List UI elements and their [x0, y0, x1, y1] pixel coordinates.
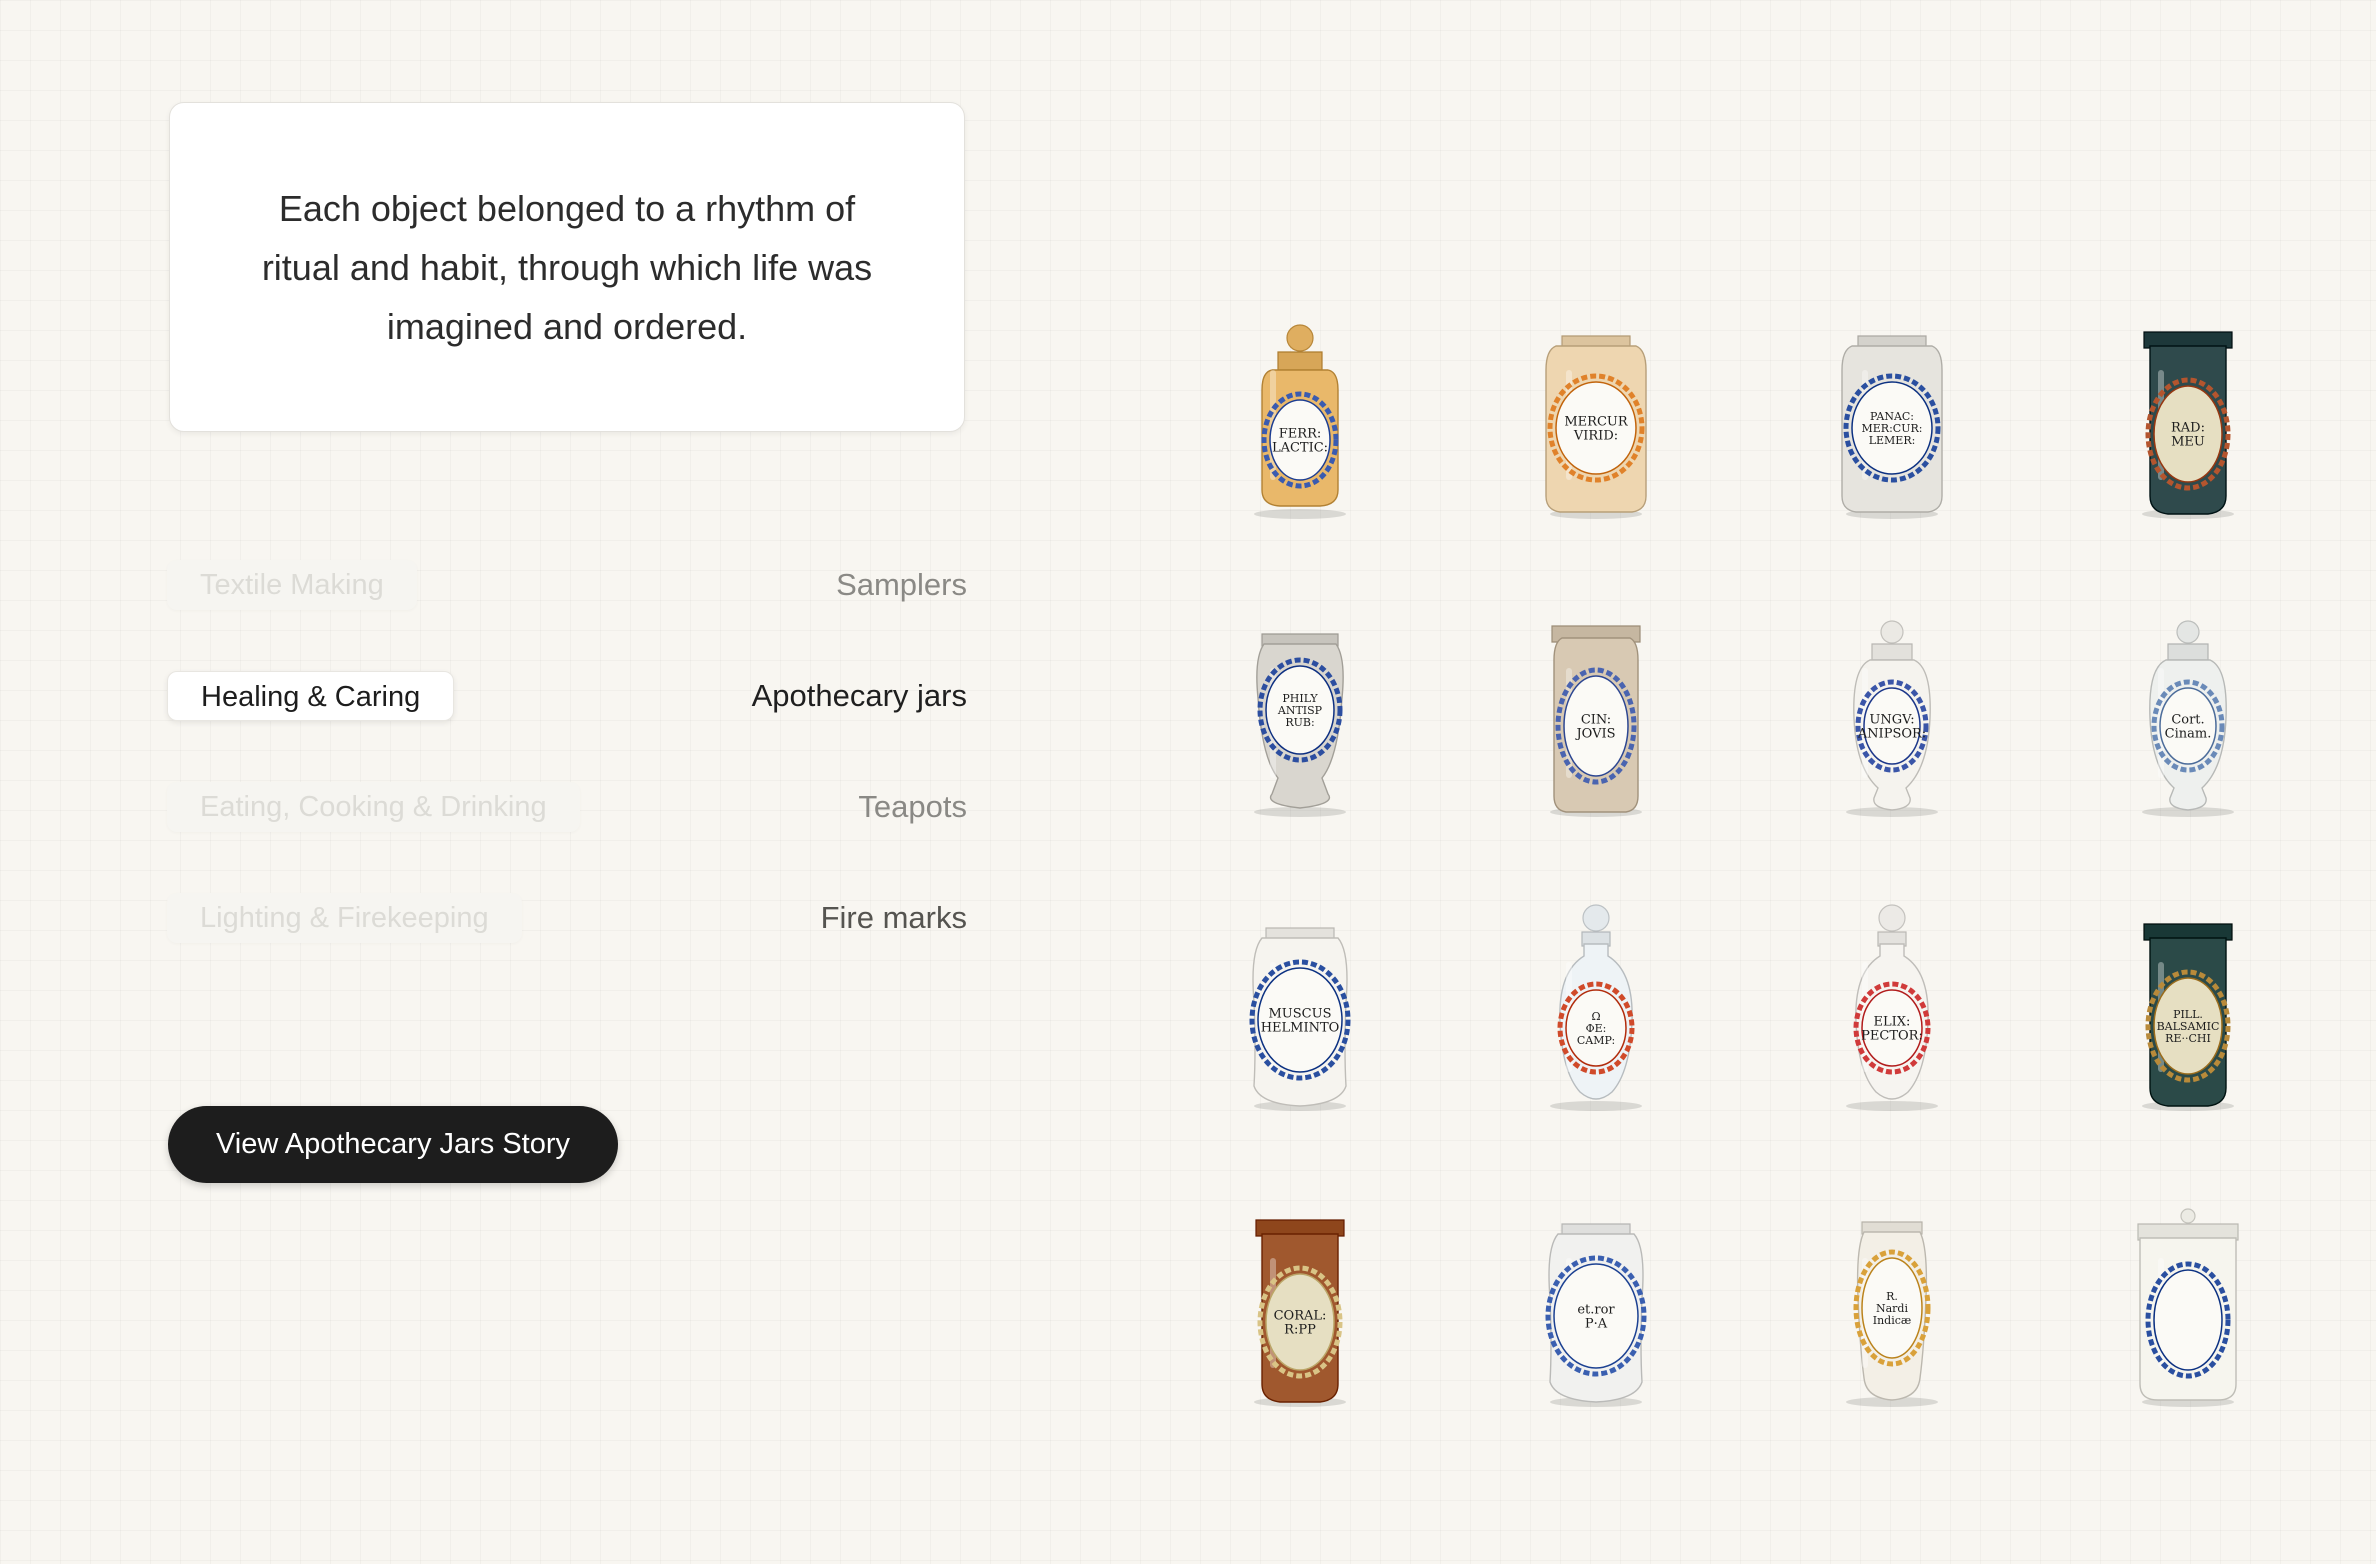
jar-illustration [2137, 1208, 2239, 1407]
category-object-apothecary-jars[interactable]: Apothecary jars [752, 671, 967, 721]
jar-label-text: ANIPSOR: [1857, 727, 1926, 742]
jar-card[interactable]: CIN: JOVIS [1496, 598, 1696, 818]
jar-label-text: Cort. [2171, 713, 2204, 728]
jar-illustration: ΩΦE:CAMP: [1550, 904, 1642, 1111]
jar-card[interactable] [2088, 1188, 2288, 1408]
jar-label-text: ELIX: [1874, 1015, 1911, 1030]
jar-label-text: R:PP [1284, 1323, 1316, 1338]
quote-text: Each object belonged to a rhythm of ritu… [261, 187, 873, 347]
jar-card[interactable]: UNGV: ANIPSOR: [1792, 598, 1992, 818]
jar-card[interactable]: MUSCUS HELMINTO [1200, 892, 1400, 1112]
jar-label-text: RUB: [1285, 716, 1314, 729]
jar-card[interactable]: PHILY ANTISP RUB: [1200, 598, 1400, 818]
jar-label-text: VIRID: [1573, 429, 1618, 444]
jar-illustration: PANAC:MER:CUR:LEMER: [1841, 335, 1943, 519]
jar-label-text: CORAL: [1274, 1309, 1327, 1324]
jar-card[interactable]: PILL. BALSAMIC RE··CHI [2088, 892, 2288, 1112]
category-row-eating[interactable]: Eating, Cooking & Drinking Teapots [167, 782, 967, 838]
category-row-healing[interactable]: Healing & Caring Apothecary jars [167, 671, 967, 727]
jar-label-text: LACTIC: [1272, 441, 1328, 456]
jar-illustration: CIN:JOVIS [1550, 625, 1642, 817]
jar-label-text: HELMINTO [1261, 1021, 1340, 1036]
jar-illustration: RAD:MEU [2142, 331, 2234, 519]
jar-label-text: RE··CHI [2165, 1032, 2211, 1045]
jar-illustration: PILL.BALSAMICRE··CHI [2142, 923, 2234, 1111]
apothecary-jar-grid: FERR: LACTIC: MERCUR VIRID: PANAC: MER:CUR: LE… [1200, 300, 2300, 1430]
jar-label-text: UNGV: [1869, 713, 1914, 728]
jar-label-text: RAD: [2171, 421, 2205, 436]
category-list: Textile Making Samplers Healing & Caring… [167, 560, 967, 960]
jar-card[interactable]: ELIX: PECTOR: [1792, 892, 1992, 1112]
jar-label-text: LEMER: [1869, 434, 1916, 447]
jar-label-text: Cinam. [2165, 727, 2212, 742]
jar-card[interactable]: et.ror P·A [1496, 1188, 1696, 1408]
jar-label-text: MEU [2171, 435, 2205, 450]
category-object-fire-marks[interactable]: Fire marks [821, 893, 967, 943]
category-pill-lighting-firekeeping[interactable]: Lighting & Firekeeping [167, 893, 522, 943]
jar-illustration: et.rorP·A [1545, 1223, 1647, 1407]
category-pill-textile-making[interactable]: Textile Making [167, 560, 417, 610]
view-story-button[interactable]: View Apothecary Jars Story [168, 1106, 618, 1183]
jar-illustration: UNGV:ANIPSOR: [1846, 620, 1938, 817]
category-object-teapots[interactable]: Teapots [858, 782, 967, 832]
jar-card[interactable]: RAD: MEU [2088, 300, 2288, 520]
jar-label-text: et.ror [1577, 1303, 1615, 1318]
jar-label-text: PECTOR: [1861, 1029, 1923, 1044]
category-row-textile[interactable]: Textile Making Samplers [167, 560, 967, 616]
jar-card[interactable]: PANAC: MER:CUR: LEMER: [1792, 300, 1992, 520]
jar-card[interactable]: R. Nardi Indicæ [1792, 1188, 1992, 1408]
category-pill-eating-cooking-drinking[interactable]: Eating, Cooking & Drinking [167, 782, 580, 832]
jar-card[interactable]: CORAL: R:PP [1200, 1188, 1400, 1408]
jar-illustration: Cort.Cinam. [2142, 620, 2234, 817]
jar-illustration: CORAL:R:PP [1254, 1219, 1346, 1407]
jar-card[interactable]: MERCUR VIRID: [1496, 300, 1696, 520]
jar-label-text: CIN: [1581, 713, 1611, 728]
jar-label-text: JOVIS [1574, 727, 1615, 742]
category-pill-healing-caring[interactable]: Healing & Caring [167, 671, 455, 721]
jar-illustration: ELIX:PECTOR: [1846, 904, 1938, 1111]
jar-label-text: MUSCUS [1269, 1007, 1332, 1022]
jar-label-text: Indicæ [1873, 1314, 1912, 1327]
category-object-samplers[interactable]: Samplers [836, 560, 967, 610]
jar-label-text: CAMP: [1577, 1034, 1615, 1047]
jar-label-text: P·A [1585, 1317, 1608, 1332]
jar-card[interactable]: FERR: LACTIC: [1200, 300, 1400, 520]
jar-illustration: PHILYANTISPRUB: [1254, 633, 1346, 817]
jar-illustration: MUSCUSHELMINTO [1249, 927, 1351, 1111]
jar-card[interactable]: Cort. Cinam. [2088, 598, 2288, 818]
quote-card: Each object belonged to a rhythm of ritu… [169, 102, 965, 432]
jar-illustration: R.NardiIndicæ [1846, 1221, 1938, 1407]
jar-illustration: MERCURVIRID: [1545, 335, 1647, 519]
jar-label-text: FERR: [1279, 427, 1321, 442]
category-row-lighting[interactable]: Lighting & Firekeeping Fire marks [167, 893, 967, 949]
jar-illustration: FERR:LACTIC: [1254, 324, 1346, 519]
jar-card[interactable]: Ω ΦE: CAMP: [1496, 892, 1696, 1112]
jar-label-text: MERCUR [1564, 415, 1628, 430]
